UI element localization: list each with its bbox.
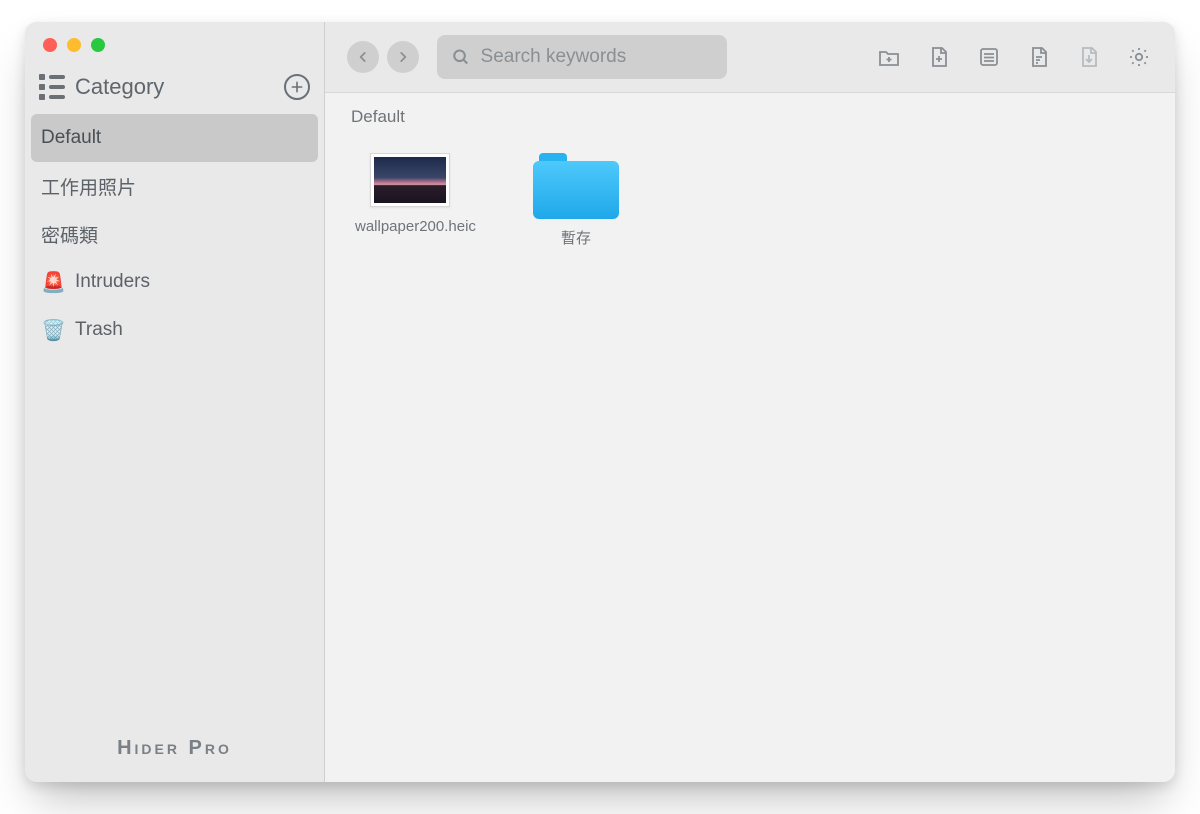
add-folder-button[interactable] [875, 43, 903, 71]
close-window-button[interactable] [43, 38, 57, 52]
sidebar-item-work-photos[interactable]: 工作用照片 [25, 162, 324, 210]
file-grid: wallpaper200.heic 暫存 [325, 135, 1175, 267]
list-icon [977, 45, 1001, 69]
search-field[interactable] [437, 35, 727, 79]
add-file-button[interactable] [925, 43, 953, 71]
list-view-button[interactable] [975, 43, 1003, 71]
sidebar-item-label: 密碼類 [41, 221, 98, 248]
file-download-icon [1077, 45, 1101, 69]
nav-forward-button[interactable] [387, 41, 419, 73]
trash-icon: 🗑️ [41, 318, 65, 343]
category-list: Default 工作用照片 密碼類 🚨 Intruders 🗑️ Trash [25, 114, 324, 354]
app-window: Category Default 工作用照片 密碼類 🚨 Intruders 🗑… [25, 22, 1175, 782]
file-label: wallpaper200.heic [355, 217, 465, 237]
chevron-left-icon [356, 50, 370, 64]
search-icon [451, 46, 471, 68]
image-thumbnail [370, 153, 450, 207]
breadcrumb: Default [325, 93, 1175, 135]
sort-button[interactable] [1025, 43, 1053, 71]
category-header: Category [25, 66, 324, 114]
content-area: Default wallpaper200.heic 暫存 [325, 92, 1175, 782]
sidebar-item-label: Trash [75, 319, 123, 341]
sidebar-item-label: Intruders [75, 271, 150, 293]
category-title: Category [75, 74, 284, 100]
add-category-button[interactable] [284, 74, 310, 100]
zoom-window-button[interactable] [91, 38, 105, 52]
nav-back-button[interactable] [347, 41, 379, 73]
main-panel: Default wallpaper200.heic 暫存 [325, 22, 1175, 782]
gear-icon [1127, 45, 1151, 69]
toolbar [325, 22, 1175, 92]
sidebar-item-trash[interactable]: 🗑️ Trash [25, 306, 324, 354]
chevron-right-icon [396, 50, 410, 64]
sidebar: Category Default 工作用照片 密碼類 🚨 Intruders 🗑… [25, 22, 325, 782]
list-icon [39, 74, 65, 100]
folder-label: 暫存 [561, 229, 591, 249]
settings-button[interactable] [1125, 43, 1153, 71]
file-plus-icon [927, 45, 951, 69]
minimize-window-button[interactable] [67, 38, 81, 52]
search-input[interactable] [481, 46, 713, 68]
sidebar-item-label: 工作用照片 [41, 173, 136, 200]
app-brand: Hider Pro [25, 737, 324, 760]
sidebar-item-intruders[interactable]: 🚨 Intruders [25, 258, 324, 306]
folder-plus-icon [877, 45, 901, 69]
folder-item-temp[interactable]: 暫存 [521, 153, 631, 249]
import-button[interactable] [1075, 43, 1103, 71]
plus-icon [289, 79, 305, 95]
file-sort-icon [1027, 45, 1051, 69]
siren-icon: 🚨 [41, 270, 65, 295]
file-item-wallpaper[interactable]: wallpaper200.heic [355, 153, 465, 249]
sidebar-item-passwords[interactable]: 密碼類 [25, 210, 324, 258]
window-controls [25, 22, 324, 66]
folder-icon [533, 153, 619, 219]
sidebar-item-label: Default [41, 127, 101, 149]
sidebar-item-default[interactable]: Default [31, 114, 318, 162]
